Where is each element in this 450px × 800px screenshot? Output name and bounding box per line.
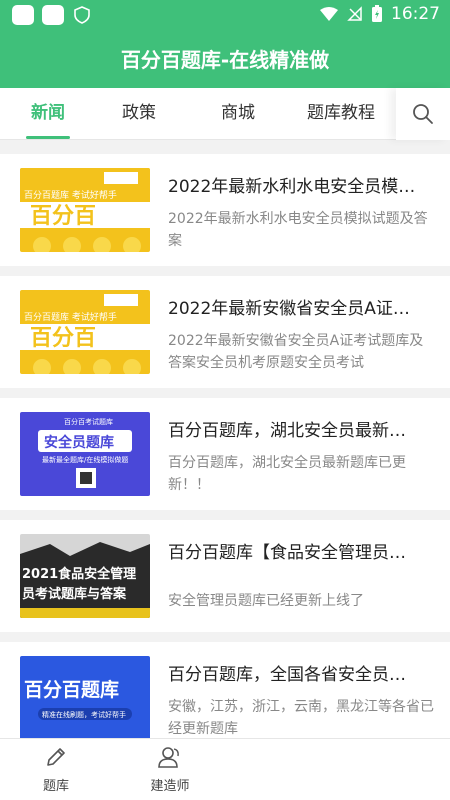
bottom-nav: 题库 建造师 [0,738,450,800]
thumb-text: 百分百 [30,204,96,229]
thumb-text: 2021食品安全管理 [22,566,136,582]
news-title: 百分百题库，湖北安全员最新… [168,421,406,441]
news-title: 2022年最新水利水电安全员模… [168,177,416,197]
pencil-icon [47,748,65,766]
thumb-text: 安全员题库 [44,434,114,451]
tab-mall[interactable]: 商城 [190,88,286,140]
status-time: 16:27 [391,4,440,24]
thumb-text: 精准在线刷题，考试好帮手 [42,710,126,719]
news-desc: 安全管理员题库已经更新上线了 [168,593,364,609]
news-desc: 2022年最新安徽省安全员A证考试题库及答案安全员机考原题安全员考试 [168,333,424,371]
search-button[interactable] [396,88,450,140]
status-bar: 16:27 [0,0,450,30]
thumb-text: 员考试题库与答案 [22,586,127,602]
page-title: 百分百题库-在线精准做 [120,48,330,72]
nav-item-jianzaoshi[interactable]: 建造师 [130,745,210,794]
thumb-text: 百分百 [30,326,96,351]
list-item[interactable]: 百分百题库 考试好帮手 百分百 2022年最新水利水电安全员模… 2022年最新… [0,154,450,266]
thumb-text: 百分百题库 考试好帮手 [24,189,117,201]
thumb-text: 百分百题库 [24,678,119,701]
news-thumbnail: 2021食品安全管理 员考试题库与答案 [20,534,150,618]
tab-tutorial[interactable]: 题库教程 [286,88,396,140]
nav-label: 题库 [42,779,69,794]
active-tab-indicator [26,136,70,139]
news-thumbnail: 百分百题库 考试好帮手 百分百 [20,168,150,252]
search-icon [413,104,433,124]
news-title: 2022年最新安徽省安全员A证… [168,299,410,319]
news-desc: 2022年最新水利水电安全员模拟试题及答案 [168,211,428,249]
tab-news[interactable]: 新闻 [0,88,96,140]
no-signal-icon [347,6,362,21]
users-icon [158,747,179,768]
tab-bar: 新闻 政策 商城 题库教程 [0,88,450,140]
tab-policy[interactable]: 政策 [96,88,192,140]
nav-item-tiku[interactable]: 题库 [16,745,96,794]
news-thumbnail: 百分百题库 精准在线刷题，考试好帮手 [20,656,150,738]
list-item[interactable]: 百分百题库 精准在线刷题，考试好帮手 百分百题库，全国各省安全员… 安徽，江苏，… [0,642,450,738]
app-header: 16:27 百分百题库-在线精准做 [0,0,450,88]
shield-icon [74,6,90,24]
news-desc: 安徽，江苏，浙江，云南，黑龙江等各省已经更新题库 [168,699,434,737]
news-list: 百分百题库 考试好帮手 百分百 2022年最新水利水电安全员模… 2022年最新… [0,150,450,738]
wifi-icon [320,7,338,21]
list-item[interactable]: 百分百题库 考试好帮手 百分百 2022年最新安徽省安全员A证… 2022年最新… [0,276,450,388]
thumb-text: 百分百题库 考试好帮手 [24,311,117,323]
nav-label: 建造师 [150,779,190,794]
list-item[interactable]: 百分百考试题库 安全员题库 最新最全题库/在线模拟做题 百分百题库，湖北安全员最… [0,398,450,510]
news-thumbnail: 百分百题库 考试好帮手 百分百 [20,290,150,374]
list-item[interactable]: 2021食品安全管理 员考试题库与答案 百分百题库【食品安全管理员… 安全管理员… [0,520,450,632]
notification-icon [42,5,64,25]
news-thumbnail: 百分百考试题库 安全员题库 最新最全题库/在线模拟做题 [20,412,150,496]
news-title: 百分百题库【食品安全管理员… [168,543,406,563]
thumb-text: 百分百考试题库 [64,417,113,426]
thumb-text: 最新最全题库/在线模拟做题 [42,455,128,464]
news-desc: 百分百题库，湖北安全员最新题库已更新！！ [168,455,406,493]
notification-icon [12,5,34,25]
status-right: 16:27 [319,4,440,24]
news-title: 百分百题库，全国各省安全员… [168,665,406,685]
battery-icon [372,5,382,22]
